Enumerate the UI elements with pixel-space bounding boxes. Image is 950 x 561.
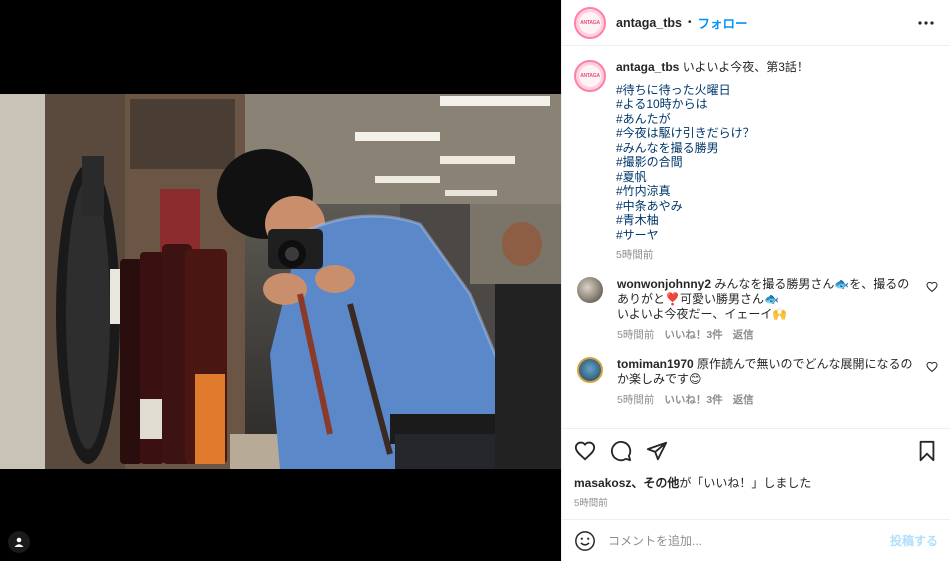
comment-time: 5時間前	[617, 328, 655, 341]
hashtag-link[interactable]: #青木柚	[616, 213, 809, 228]
hashtag-link[interactable]: #竹内涼真	[616, 184, 809, 199]
liker-username[interactable]: masakosz	[574, 476, 631, 490]
hashtag-link[interactable]: #撮影の合間	[616, 155, 809, 170]
share-paper-plane-icon[interactable]	[646, 440, 668, 462]
comment-likes-count[interactable]: いいね！3件	[664, 328, 722, 343]
comment-like-heart-icon[interactable]	[926, 361, 938, 373]
author-avatar-logo: ANTAGA	[579, 11, 601, 34]
caption-text: いよいよ今夜、第3話！	[682, 60, 809, 74]
caption-username[interactable]: antaga_tbs	[616, 60, 679, 74]
reply-button[interactable]: 返信	[733, 328, 754, 343]
hashtag-link[interactable]: #サーヤ	[616, 228, 809, 243]
likes-separator: 、	[631, 476, 644, 490]
caption: ANTAGA antaga_tbs いよいよ今夜、第3話！ #待ちに待った火曜日…	[574, 60, 938, 263]
post-timestamp: 5時間前	[574, 498, 608, 509]
post-side-panel: ANTAGA antaga_tbs • フォロー ANTAGA antaga_t…	[561, 0, 950, 561]
post-photo[interactable]	[0, 94, 561, 469]
comment-bubble-icon[interactable]	[610, 440, 632, 462]
comment-item: wonwonjohnny2 みんなを撮る勝男さん🐟を、撮るのありがと❣️可愛い勝…	[574, 276, 938, 343]
hashtag-link[interactable]: #中条あやみ	[616, 199, 809, 214]
comment-like-heart-icon[interactable]	[926, 281, 938, 293]
save-bookmark-icon[interactable]	[916, 440, 938, 462]
comment-time: 5時間前	[617, 393, 655, 406]
comment-body: tomiman1970 原作読んで無いのでどんな展開になるのか楽しみです😊 5時…	[617, 357, 917, 408]
comment-input[interactable]	[608, 533, 890, 548]
post-media[interactable]	[0, 0, 561, 561]
emoji-smiley-icon[interactable]	[574, 530, 596, 552]
likes-summary: masakosz、その他が「いいね！」しました	[562, 472, 950, 491]
comment-body: wonwonjohnny2 みんなを撮る勝男さん🐟を、撮るのありがと❣️可愛い勝…	[617, 277, 917, 343]
comment-meta: 5時間前 いいね！3件 返信	[617, 393, 917, 408]
commenter-avatar[interactable]	[577, 276, 603, 303]
add-comment-bar: 投稿する	[562, 519, 950, 561]
hashtag-link[interactable]: #夏帆	[616, 170, 809, 185]
follow-button[interactable]: フォロー	[698, 13, 748, 32]
header-separator: •	[688, 17, 692, 28]
caption-time: 5時間前	[616, 249, 654, 261]
comment-item: tomiman1970 原作読んで無いのでどんな展開になるのか楽しみです😊 5時…	[574, 356, 938, 408]
author-avatar[interactable]: ANTAGA	[574, 6, 606, 39]
likes-others-link[interactable]: その他	[643, 476, 679, 490]
hashtag-link[interactable]: #みんなを撮る勝男	[616, 141, 809, 156]
commenter-avatar[interactable]	[577, 356, 603, 383]
comment-likes-count[interactable]: いいね！3件	[664, 393, 722, 408]
comments-section[interactable]: ANTAGA antaga_tbs いよいよ今夜、第3話！ #待ちに待った火曜日…	[562, 46, 950, 428]
hashtag-list: #待ちに待った火曜日 #よる10時からは #あんたが #今夜は駆け引きだらけ？ …	[616, 83, 809, 243]
caption-body: antaga_tbs いよいよ今夜、第3話！ #待ちに待った火曜日 #よる10時…	[616, 60, 809, 263]
like-heart-icon[interactable]	[574, 440, 596, 462]
caption-avatar[interactable]: ANTAGA	[574, 60, 606, 92]
hashtag-link[interactable]: #よる10時からは	[616, 97, 809, 112]
post-comment-button[interactable]: 投稿する	[890, 532, 938, 549]
post-header: ANTAGA antaga_tbs • フォロー	[562, 0, 950, 46]
likes-suffix: が「いいね！」しました	[679, 476, 812, 490]
hashtag-link[interactable]: #待ちに待った火曜日	[616, 83, 809, 98]
comment-meta: 5時間前 いいね！3件 返信	[617, 328, 917, 343]
commenter-username[interactable]: wonwonjohnny2	[617, 277, 711, 291]
reply-button[interactable]: 返信	[733, 393, 754, 408]
caption-avatar-logo: ANTAGA	[579, 65, 601, 87]
post-actions-bar	[562, 428, 950, 472]
author-username[interactable]: antaga_tbs	[616, 16, 682, 30]
photo-illustration	[0, 94, 561, 469]
more-options-icon[interactable]	[914, 11, 938, 35]
user-tag-icon[interactable]	[8, 531, 30, 553]
hashtag-link[interactable]: #今夜は駆け引きだらけ？	[616, 126, 809, 141]
hashtag-link[interactable]: #あんたが	[616, 112, 809, 127]
commenter-username[interactable]: tomiman1970	[617, 357, 694, 371]
comment-text-line2: いよいよ今夜だー、イェーイ🙌	[617, 306, 788, 321]
instagram-post-window: ANTAGA antaga_tbs • フォロー ANTAGA antaga_t…	[0, 0, 950, 561]
